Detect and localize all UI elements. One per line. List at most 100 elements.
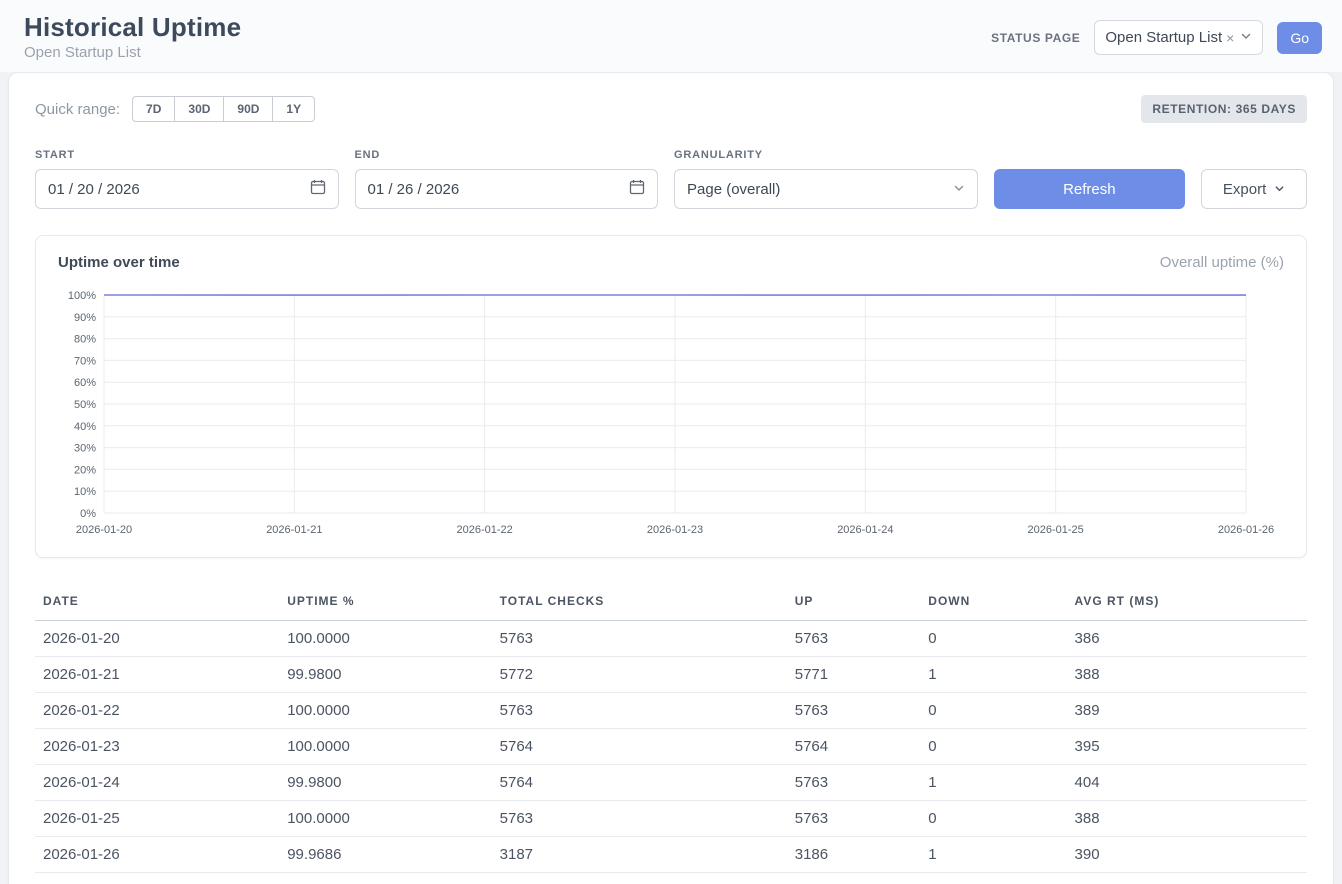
svg-text:30%: 30%: [74, 443, 96, 455]
table-cell: 1: [920, 837, 1066, 873]
quick-range-90d-button[interactable]: 90D: [223, 96, 272, 122]
chart-legend: Overall uptime (%): [1160, 254, 1284, 271]
table-row: 2026-01-25100.0000576357630388: [35, 801, 1307, 837]
uptime-line-chart: 0%10%20%30%40%50%60%70%80%90%100%2026-01…: [58, 287, 1284, 545]
table-row: 2026-01-2499.9800576457631404: [35, 765, 1307, 801]
page-subtitle: Open Startup List: [24, 44, 241, 61]
title-block: Historical Uptime Open Startup List: [24, 12, 241, 61]
uptime-chart-card: Uptime over time Overall uptime (%) 0%10…: [35, 235, 1307, 558]
end-date-input[interactable]: 01 / 26 / 2026: [355, 169, 659, 209]
export-button-label: Export: [1223, 181, 1266, 198]
main-card: Quick range: 7D 30D 90D 1Y RETENTION: 36…: [8, 72, 1334, 884]
svg-text:2026-01-23: 2026-01-23: [647, 524, 703, 536]
svg-text:2026-01-22: 2026-01-22: [457, 524, 513, 536]
header-actions: STATUS PAGE Open Startup List × Go: [991, 12, 1322, 55]
table-cell: 5763: [492, 693, 787, 729]
chart-header: Uptime over time Overall uptime (%): [58, 254, 1284, 271]
end-date-field: END 01 / 26 / 2026: [355, 149, 659, 209]
column-header: DOWN: [920, 586, 1066, 621]
quick-range-7d-button[interactable]: 7D: [132, 96, 174, 122]
table-cell: 100.0000: [279, 729, 491, 765]
status-page-select[interactable]: Open Startup List ×: [1094, 20, 1263, 55]
table-cell: 2026-01-25: [35, 801, 279, 837]
table-cell: 5763: [787, 765, 921, 801]
uptime-table: DATEUPTIME %TOTAL CHECKSUPDOWNAVG RT (MS…: [35, 586, 1307, 873]
table-cell: 100.0000: [279, 621, 491, 657]
table-cell: 5763: [787, 693, 921, 729]
retention-badge: RETENTION: 365 DAYS: [1141, 95, 1307, 123]
table-cell: 99.9686: [279, 837, 491, 873]
calendar-icon[interactable]: [310, 179, 326, 199]
quick-range-label: Quick range:: [35, 101, 120, 118]
chart-title: Uptime over time: [58, 254, 180, 271]
page-title: Historical Uptime: [24, 12, 241, 42]
start-date-input[interactable]: 01 / 20 / 2026: [35, 169, 339, 209]
table-cell: 0: [920, 801, 1066, 837]
table-cell: 0: [920, 729, 1066, 765]
table-cell: 100.0000: [279, 693, 491, 729]
table-cell: 100.0000: [279, 801, 491, 837]
table-cell: 2026-01-26: [35, 837, 279, 873]
table-cell: 1: [920, 765, 1066, 801]
svg-text:80%: 80%: [74, 334, 96, 346]
quick-range-30d-button[interactable]: 30D: [174, 96, 223, 122]
table-cell: 99.9800: [279, 765, 491, 801]
quick-range-group: 7D 30D 90D 1Y: [132, 96, 315, 122]
column-header: DATE: [35, 586, 279, 621]
svg-text:10%: 10%: [74, 486, 96, 498]
table-cell: 5764: [492, 765, 787, 801]
table-cell: 0: [920, 693, 1066, 729]
svg-text:90%: 90%: [74, 312, 96, 324]
granularity-select[interactable]: Page (overall): [674, 169, 978, 209]
column-header: AVG RT (MS): [1067, 586, 1307, 621]
table-header: DATEUPTIME %TOTAL CHECKSUPDOWNAVG RT (MS…: [35, 586, 1307, 621]
table-cell: 99.9800: [279, 657, 491, 693]
controls-row: START 01 / 20 / 2026 END 01 / 26 / 2026 …: [35, 149, 1307, 209]
export-button[interactable]: Export: [1201, 169, 1307, 209]
table-cell: 404: [1067, 765, 1307, 801]
granularity-selected-value: Page (overall): [687, 181, 780, 198]
table-row: 2026-01-20100.0000576357630386: [35, 621, 1307, 657]
start-date-field: START 01 / 20 / 2026: [35, 149, 339, 209]
quick-range-1y-button[interactable]: 1Y: [272, 96, 315, 122]
quick-range-row: Quick range: 7D 30D 90D 1Y RETENTION: 36…: [35, 95, 1307, 123]
table-cell: 1: [920, 657, 1066, 693]
svg-text:2026-01-21: 2026-01-21: [266, 524, 322, 536]
svg-text:2026-01-20: 2026-01-20: [76, 524, 132, 536]
svg-text:2026-01-24: 2026-01-24: [837, 524, 893, 536]
page-header: Historical Uptime Open Startup List STAT…: [0, 0, 1342, 72]
table-row: 2026-01-23100.0000576457640395: [35, 729, 1307, 765]
svg-text:50%: 50%: [74, 399, 96, 411]
column-header: UP: [787, 586, 921, 621]
svg-text:70%: 70%: [74, 355, 96, 367]
table-row: 2026-01-2199.9800577257711388: [35, 657, 1307, 693]
table-cell: 389: [1067, 693, 1307, 729]
table-row: 2026-01-2699.9686318731861390: [35, 837, 1307, 873]
svg-text:20%: 20%: [74, 464, 96, 476]
column-header: TOTAL CHECKS: [492, 586, 787, 621]
table-cell: 2026-01-22: [35, 693, 279, 729]
table-cell: 3187: [492, 837, 787, 873]
table-cell: 5763: [492, 801, 787, 837]
start-date-value: 01 / 20 / 2026: [48, 181, 140, 198]
table-row: 2026-01-22100.0000576357630389: [35, 693, 1307, 729]
start-date-label: START: [35, 149, 339, 161]
calendar-icon[interactable]: [629, 179, 645, 199]
granularity-label: GRANULARITY: [674, 149, 978, 161]
table-cell: 5763: [787, 621, 921, 657]
table-cell: 390: [1067, 837, 1307, 873]
status-page-label: STATUS PAGE: [991, 31, 1080, 45]
refresh-button[interactable]: Refresh: [994, 169, 1186, 209]
table-cell: 0: [920, 621, 1066, 657]
svg-text:100%: 100%: [68, 290, 96, 302]
table-cell: 2026-01-24: [35, 765, 279, 801]
table-cell: 3186: [787, 837, 921, 873]
go-button[interactable]: Go: [1277, 22, 1322, 54]
end-date-label: END: [355, 149, 659, 161]
status-page-selected-value: Open Startup List: [1105, 29, 1222, 46]
column-header: UPTIME %: [279, 586, 491, 621]
chevron-down-icon: [953, 181, 965, 198]
table-cell: 388: [1067, 801, 1307, 837]
clear-selection-icon[interactable]: ×: [1226, 30, 1234, 46]
end-date-value: 01 / 26 / 2026: [368, 181, 460, 198]
